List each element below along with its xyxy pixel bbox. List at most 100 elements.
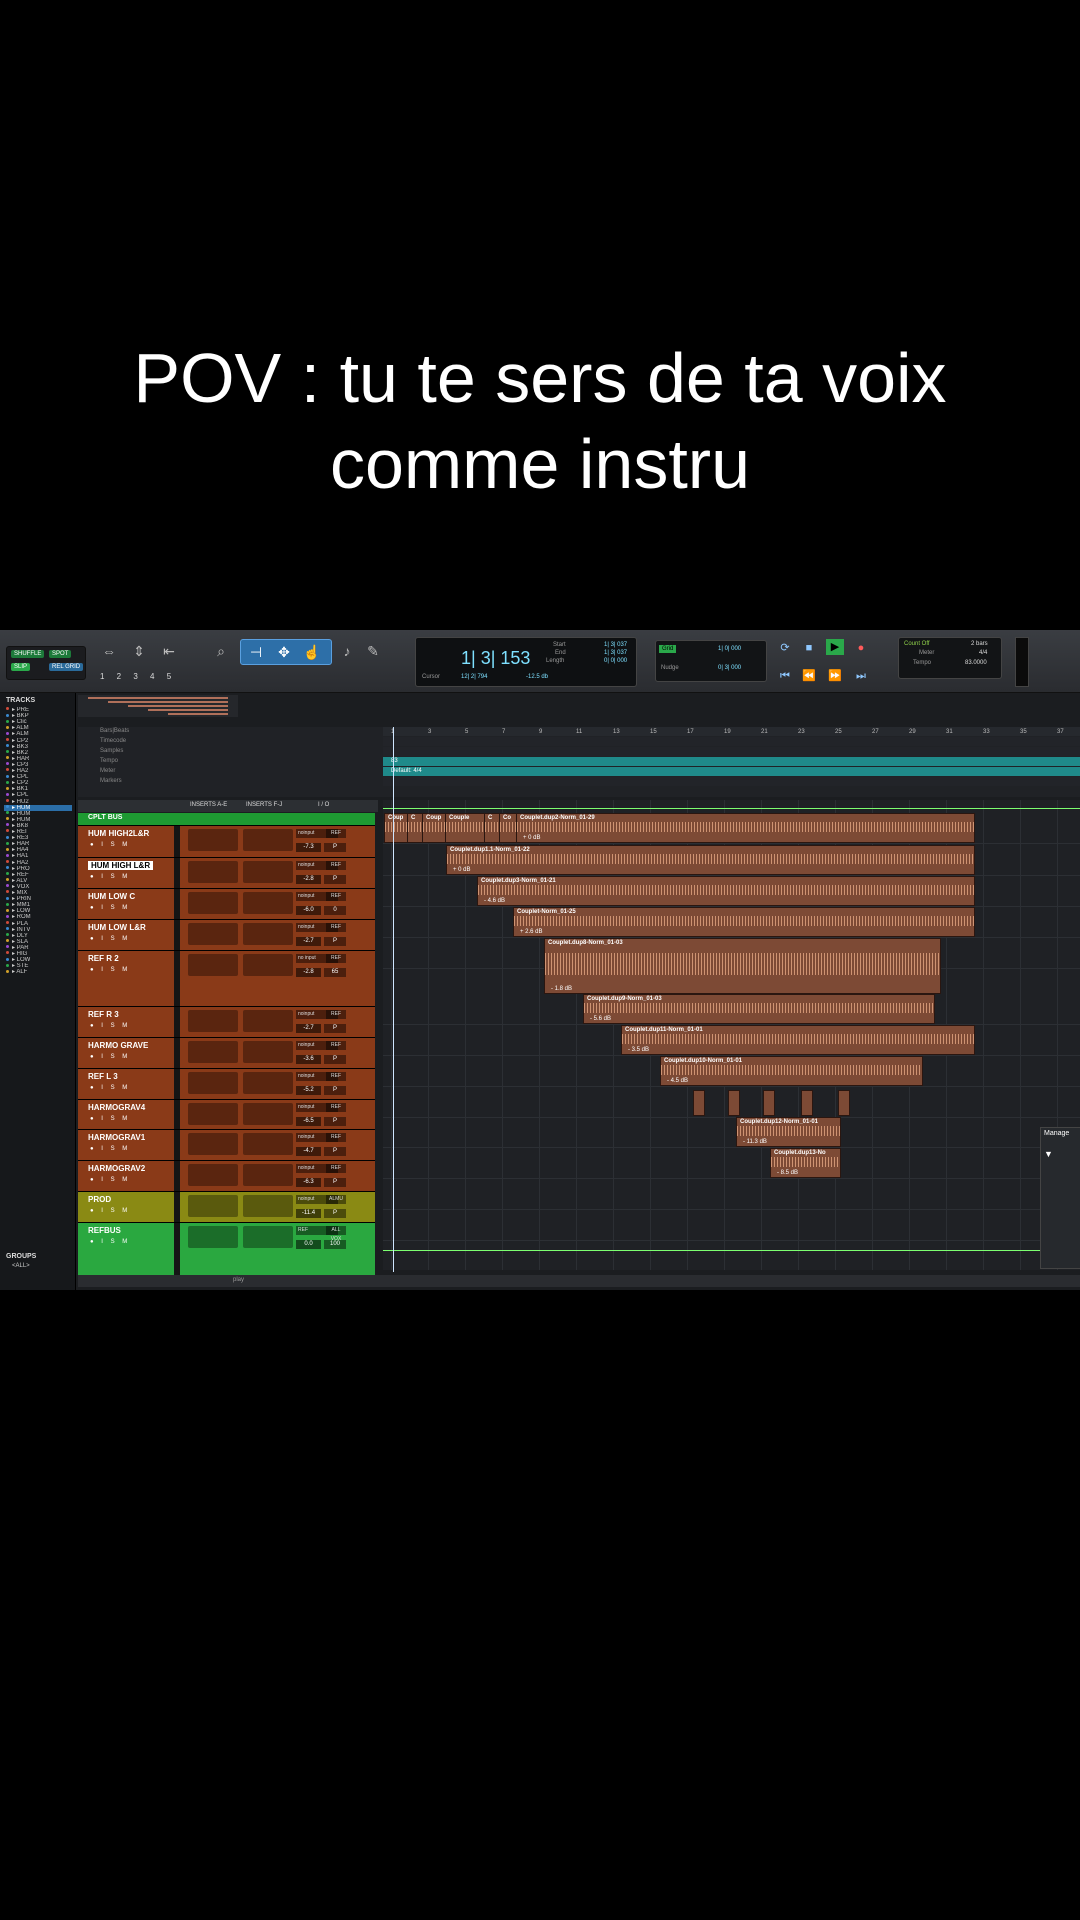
track-output[interactable]: REF — [326, 1103, 346, 1112]
track-pan[interactable]: P — [324, 875, 346, 884]
track-output[interactable]: REF — [326, 829, 346, 838]
clip-gain[interactable]: - 5.6 dB — [590, 1016, 611, 1022]
audio-clip[interactable]: Couplet.dup3-Norm_01-21 - 4.6 dB — [477, 876, 975, 906]
track-output[interactable]: REF — [326, 1072, 346, 1081]
track-output[interactable]: REF — [326, 1010, 346, 1019]
mix-track[interactable]: REF L 3 ● I S Mnoinput REF -5.2 P — [78, 1069, 375, 1100]
track-pan[interactable]: P — [324, 1147, 346, 1156]
selector-tool-icon[interactable]: ✥ — [275, 643, 293, 661]
track-pan[interactable]: P — [324, 1209, 346, 1218]
track-pan[interactable]: P — [324, 937, 346, 946]
markers-ruler[interactable] — [383, 777, 1080, 786]
track-buttons[interactable]: ● I S M — [90, 842, 130, 848]
stop-icon[interactable]: ■ — [800, 640, 818, 656]
playhead-cursor[interactable] — [393, 727, 394, 1272]
audio-clip[interactable]: Couplet.dup10-Norm_01-01 - 4.5 dB — [660, 1056, 923, 1086]
insert-slots[interactable] — [243, 923, 293, 945]
timecode-ruler[interactable] — [383, 737, 1080, 746]
mix-track[interactable]: HARMOGRAV4 ● I S Mnoinput REF -6.5 P — [78, 1100, 375, 1130]
track-buttons[interactable]: ● I S M — [90, 1208, 130, 1214]
track-volume[interactable]: -2.8 — [296, 968, 321, 977]
bottom-scroll-bar[interactable]: play — [78, 1275, 1080, 1287]
grid-mode-button[interactable]: REL GRID — [49, 663, 84, 671]
track-volume[interactable]: -11.4 — [296, 1209, 321, 1218]
track-output[interactable]: REF — [326, 923, 346, 932]
insert-slots[interactable] — [243, 1072, 293, 1094]
clip-gain[interactable]: + 0 dB — [523, 835, 541, 841]
audio-clip[interactable] — [763, 1090, 775, 1116]
zoom-vertical-icon[interactable]: ⇕ — [130, 642, 148, 660]
track-name[interactable]: HARMOGRAV4 — [88, 1103, 145, 1112]
record-icon[interactable]: ● — [852, 640, 870, 656]
insert-slots[interactable] — [188, 923, 238, 945]
track-name[interactable]: CPLT BUS — [88, 814, 122, 821]
insert-slots[interactable] — [243, 892, 293, 914]
track-name[interactable]: HARMOGRAV2 — [88, 1164, 145, 1173]
clip-gain[interactable]: - 3.5 dB — [628, 1047, 649, 1053]
track-output[interactable]: REF — [326, 892, 346, 901]
insert-slots[interactable] — [188, 861, 238, 883]
track-name[interactable]: HARMO GRAVE — [88, 1041, 148, 1050]
audio-clip[interactable]: C — [407, 813, 423, 843]
meter-marker[interactable]: Default: 4/4 — [391, 768, 422, 774]
audio-clip[interactable]: Coup — [384, 813, 408, 843]
spot-mode-button[interactable]: SPOT — [49, 650, 72, 658]
track-output[interactable]: ALMU — [326, 1195, 346, 1204]
mix-track[interactable]: HARMOGRAV2 ● I S Mnoinput REF -6.3 P — [78, 1161, 375, 1192]
insert-slots[interactable] — [243, 1103, 293, 1125]
track-buttons[interactable]: ● I S M — [90, 1146, 130, 1152]
speaker-icon[interactable]: ♪ — [338, 642, 356, 660]
loop-icon[interactable]: ⟳ — [776, 640, 794, 656]
samples-ruler[interactable] — [383, 747, 1080, 756]
fast-forward-icon[interactable]: ⏩ — [826, 668, 844, 684]
mix-track[interactable]: CPLT BUS — [78, 813, 375, 826]
mix-track[interactable]: HUM HIGH L&R ● I S Mnoinput REF -2.8 P — [78, 858, 375, 889]
zoom-tool-icon[interactable]: ⌕ — [212, 642, 230, 660]
audio-clip[interactable]: Couplet.dup8-Norm_01-03 - 1.8 dB — [544, 938, 941, 994]
zoom-presets[interactable]: 1 2 3 4 5 — [100, 672, 176, 681]
track-buttons[interactable]: ● I S M — [90, 874, 130, 880]
track-volume[interactable]: -6.3 — [296, 1178, 321, 1187]
clip-gain[interactable]: - 11.3 dB — [743, 1139, 767, 1145]
track-name[interactable]: HUM HIGH L&R — [88, 861, 154, 870]
mix-track[interactable]: REF R 2 ● I S Mno input REF -2.8 65 — [78, 951, 375, 1007]
start-value[interactable]: 1| 3| 037 — [604, 642, 627, 648]
track-name[interactable]: REF R 2 — [88, 954, 119, 963]
track-buttons[interactable]: ● I S M — [90, 1177, 130, 1183]
mix-track[interactable]: HUM LOW L&R ● I S Mnoinput REF -2.7 P — [78, 920, 375, 951]
track-output[interactable]: ALL VOX — [326, 1226, 346, 1242]
insert-slots[interactable] — [188, 892, 238, 914]
grabber-tool-icon[interactable]: ☝ — [303, 643, 321, 661]
go-to-end-icon[interactable]: ⏭ — [852, 668, 870, 684]
audio-clip[interactable]: Coup — [422, 813, 446, 843]
group-all[interactable]: <ALL> — [0, 1263, 75, 1269]
mix-track[interactable]: HUM HIGH2L&R ● I S Mnoinput REF -7.3 P — [78, 826, 375, 858]
audio-clip[interactable] — [728, 1090, 740, 1116]
track-name[interactable]: HARMOGRAV1 — [88, 1133, 145, 1142]
audio-clip[interactable]: Couplet.dup1.1-Norm_01-22 + 0 dB — [446, 845, 975, 875]
track-pan[interactable]: 0 — [324, 906, 346, 915]
track-volume[interactable]: -7.3 — [296, 843, 321, 852]
insert-slots[interactable] — [188, 1041, 238, 1063]
pencil-tool-icon[interactable]: ✎ — [364, 642, 382, 660]
track-output[interactable]: REF — [326, 954, 346, 963]
grid-tag[interactable]: Grid — [659, 645, 677, 653]
clip-gain[interactable]: + 2.6 dB — [520, 929, 543, 935]
audio-clip[interactable] — [693, 1090, 705, 1116]
track-name[interactable]: HUM HIGH2L&R — [88, 829, 149, 838]
main-counter-value[interactable]: 1| 3| 153 — [461, 648, 530, 669]
audio-clip[interactable] — [838, 1090, 850, 1116]
track-output[interactable]: REF — [326, 1133, 346, 1142]
tempo-ruler[interactable]: 83 — [383, 757, 1080, 766]
track-pan[interactable]: P — [324, 1086, 346, 1095]
insert-slots[interactable] — [243, 954, 293, 976]
clip-gain[interactable]: - 4.5 dB — [667, 1078, 688, 1084]
edit-window[interactable]: Coup C Coup Couple C Co Couplet.dup2-Norm_01-2… — [383, 800, 1080, 1270]
track-buttons[interactable]: ● I S M — [90, 1085, 130, 1091]
insert-slots[interactable] — [188, 829, 238, 851]
meter-ruler[interactable]: Default: 4/4 — [383, 767, 1080, 776]
insert-slots[interactable] — [188, 1103, 238, 1125]
track-pan[interactable]: P — [324, 843, 346, 852]
track-pan[interactable]: 100 — [324, 1240, 346, 1249]
insert-slots[interactable] — [243, 1041, 293, 1063]
